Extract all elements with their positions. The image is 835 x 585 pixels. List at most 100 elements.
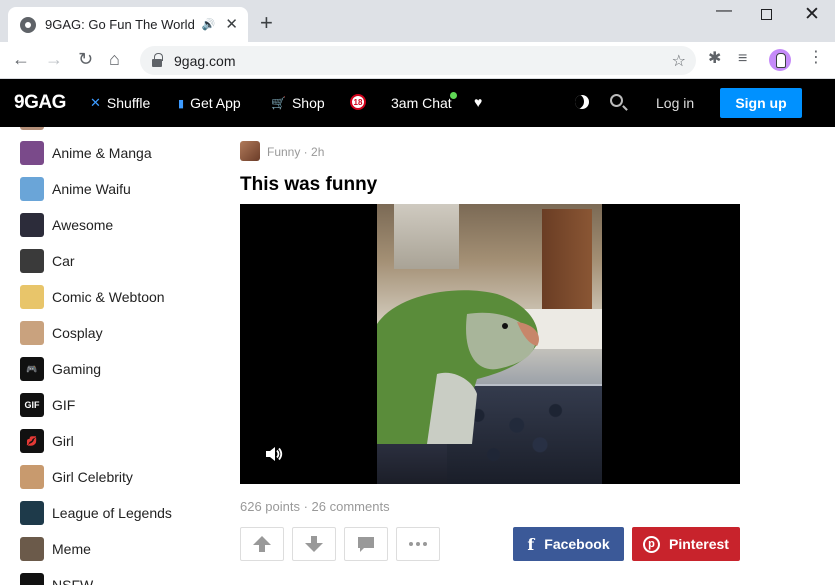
sidebar-item-label: Meme <box>52 541 91 557</box>
chat-online-dot <box>450 92 457 99</box>
share-pinterest-label: Pinterest <box>669 536 729 552</box>
sidebar-item-thumb <box>20 141 44 165</box>
sidebar-item-label: Anime Waifu <box>52 181 131 197</box>
dark-mode-moon-icon[interactable] <box>575 95 589 109</box>
post-title[interactable]: This was funny <box>240 174 377 196</box>
sidebar-item-label: Girl <box>52 433 74 449</box>
sidebar-item-label: Awesome <box>52 217 114 233</box>
lock-icon[interactable] <box>152 52 163 67</box>
sidebar-item-thumb: 💋 <box>20 429 44 453</box>
sidebar-item[interactable]: Cosplay <box>20 321 103 345</box>
section-avatar[interactable] <box>240 141 260 161</box>
login-link[interactable]: Log in <box>656 95 694 111</box>
pinterest-icon: p <box>643 535 661 553</box>
sidebar-item-label: Comic & Webtoon <box>52 289 165 305</box>
globe-icon <box>20 16 36 33</box>
upvote-button[interactable] <box>240 527 284 561</box>
new-tab-button[interactable]: + <box>260 12 273 34</box>
nav-shuffle-label: Shuffle <box>106 95 151 111</box>
sidebar-item[interactable]: Anime Waifu <box>20 177 131 201</box>
sidebar-item[interactable]: Girl Celebrity <box>20 465 133 489</box>
speaker-icon[interactable]: 🔊 <box>202 18 216 31</box>
phone-icon: ▮ <box>178 97 185 110</box>
sidebar-item-label: Girl Celebrity <box>52 469 133 485</box>
nav-shuffle[interactable]: ✕ Shuffle <box>90 95 150 111</box>
sidebar-item[interactable]: 💋 Girl <box>20 429 74 453</box>
comment-button[interactable] <box>344 527 388 561</box>
home-icon[interactable]: ⌂ <box>109 50 120 68</box>
sidebar-item-thumb <box>20 249 44 273</box>
downvote-button[interactable] <box>292 527 336 561</box>
more-button[interactable] <box>396 527 440 561</box>
sidebar-item-thumb <box>20 501 44 525</box>
browser-menu-icon[interactable]: ⋮ <box>808 50 824 66</box>
site-header: 9GAG ✕ Shuffle ▮ Get App 🛒 Shop 18 3am C… <box>0 79 835 127</box>
maximize-button[interactable] <box>761 9 772 20</box>
forward-arrow-icon[interactable]: → <box>45 50 63 68</box>
cart-icon: 🛒 <box>271 96 286 110</box>
address-bar[interactable]: 9gag.com ☆ <box>140 46 696 75</box>
signup-button[interactable]: Sign up <box>720 88 802 118</box>
volume-icon[interactable] <box>264 444 284 464</box>
sidebar-item-label: Cosplay <box>52 325 103 341</box>
sidebar-item[interactable]: Car <box>20 249 75 273</box>
sidebar-item-thumb <box>20 177 44 201</box>
9gag-logo[interactable]: 9GAG <box>14 92 66 114</box>
sidebar-item-label: NSFW <box>52 577 94 585</box>
sidebar-item[interactable]: Awesome <box>20 213 113 237</box>
browser-toolbar: ← → ↻ ⌂ 9gag.com ☆ ✱ ≡ <box>0 42 835 79</box>
shuffle-icon: ✕ <box>90 95 101 110</box>
browser-tab[interactable]: 9GAG: Go Fun The World 🔊 ✕ <box>8 7 248 42</box>
sidebar-item[interactable]: Meme <box>20 537 91 561</box>
comment-icon <box>358 537 374 552</box>
post-section-time[interactable]: Funny · 2h <box>267 145 324 159</box>
sidebar-item[interactable]: GIF GIF <box>20 393 75 417</box>
share-facebook-button[interactable]: f Facebook <box>513 527 624 561</box>
sidebar-item[interactable]: NSFW <box>20 573 93 585</box>
back-arrow-icon[interactable]: ← <box>12 50 30 68</box>
extensions-icon[interactable]: ✱ <box>708 51 721 67</box>
browser-tabstrip: 9GAG: Go Fun The World 🔊 ✕ + — ✕ <box>0 0 835 42</box>
post-stats[interactable]: 626 points · 26 comments <box>240 499 390 514</box>
nav-shop[interactable]: 🛒 Shop <box>271 95 325 111</box>
sidebar-item-label: Car <box>52 253 75 269</box>
sidebar-item-thumb: 🎮 <box>20 357 44 381</box>
video-cabinet-bg <box>542 209 592 309</box>
sidebar-item[interactable]: Anime & Manga <box>20 141 152 165</box>
sidebar-item-label: League of Legends <box>52 505 172 521</box>
sidebar-item-thumb: GIF <box>20 393 44 417</box>
share-pinterest-button[interactable]: p Pinterest <box>632 527 740 561</box>
nav-shop-label: Shop <box>291 95 325 111</box>
profile-avatar[interactable] <box>769 49 791 71</box>
video-window-bg <box>394 204 459 269</box>
nav-3am-chat[interactable]: 3am Chat <box>391 95 452 111</box>
arrow-down-icon <box>305 536 323 552</box>
close-tab-icon[interactable]: ✕ <box>225 17 238 32</box>
search-icon[interactable] <box>610 94 623 107</box>
media-control-icon[interactable]: ≡ <box>738 51 747 67</box>
url-text[interactable]: 9gag.com <box>174 53 672 69</box>
heart-icon[interactable]: ♥ <box>474 94 482 110</box>
sidebar-item-label: GIF <box>52 397 76 413</box>
sidebar-item-thumb <box>20 465 44 489</box>
sidebar-item-thumb <box>20 573 44 585</box>
share-facebook-label: Facebook <box>544 536 610 552</box>
nav-get-app[interactable]: ▮ Get App <box>178 95 241 111</box>
arrow-up-icon <box>253 536 271 552</box>
facebook-icon: f <box>527 534 535 554</box>
sidebar-item-thumb <box>20 285 44 309</box>
minimize-button[interactable]: — <box>716 2 732 20</box>
sidebar-partial-thumb <box>20 127 44 130</box>
window-close-button[interactable]: ✕ <box>804 3 820 26</box>
bookmark-star-icon[interactable]: ☆ <box>672 51 686 71</box>
reload-icon[interactable]: ↻ <box>78 50 93 68</box>
ellipsis-icon <box>409 542 427 546</box>
sidebar-item[interactable]: Comic & Webtoon <box>20 285 165 309</box>
post-video[interactable] <box>240 204 740 484</box>
sidebar-item[interactable]: 🎮 Gaming <box>20 357 101 381</box>
nav-get-app-label: Get App <box>190 95 241 111</box>
nsfw-18-icon[interactable]: 18 <box>350 94 366 110</box>
tab-title: 9GAG: Go Fun The World <box>45 17 195 32</box>
sidebar-item-thumb <box>20 537 44 561</box>
sidebar-item[interactable]: League of Legends <box>20 501 172 525</box>
